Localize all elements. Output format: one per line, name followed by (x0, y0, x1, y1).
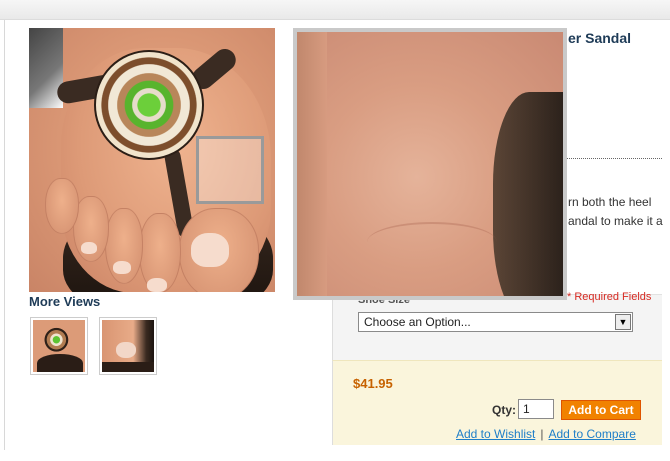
add-to-compare-link[interactable]: Add to Compare (548, 427, 635, 441)
product-links: Add to Wishlist | Add to Compare (456, 427, 636, 441)
top-bar (0, 0, 670, 20)
product-title: er Sandal (568, 30, 632, 46)
toe-4-nail (81, 242, 97, 254)
zoom-window (293, 28, 567, 300)
thumb-sole (37, 354, 83, 372)
zoom-lens[interactable] (196, 136, 264, 204)
add-to-cart-button[interactable]: Add to Cart (561, 400, 641, 420)
more-views-heading: More Views (29, 294, 101, 309)
toe-3-nail (113, 261, 131, 274)
shoe-size-select[interactable]: Choose an Option... ▼ (358, 312, 633, 332)
description-line: rn both the heel (568, 195, 652, 209)
zoom-skin-crease (367, 222, 497, 262)
add-to-wishlist-link[interactable]: Add to Wishlist (456, 427, 535, 441)
toe-2-nail (147, 278, 167, 292)
thumbnail-sandal[interactable] (30, 317, 88, 375)
toe-5 (45, 178, 79, 234)
product-price: $41.95 (353, 376, 393, 391)
zoom-shade (297, 32, 327, 296)
chevron-down-icon[interactable]: ▼ (615, 314, 631, 330)
required-fields-note: * Required Fields (567, 291, 652, 303)
qty-label: Qty: (492, 403, 516, 417)
link-separator: | (540, 427, 544, 441)
thumb-nail (116, 342, 136, 358)
thumbnail-toe-closeup[interactable] (99, 317, 157, 375)
zoom-sandal-edge (493, 92, 563, 296)
beaded-medallion (94, 50, 204, 160)
divider (567, 158, 662, 159)
description-line: andal to make it a (568, 214, 663, 228)
big-toe-nail (191, 233, 229, 267)
product-description: rn both the heel andal to make it a (568, 193, 663, 231)
select-value: Choose an Option... (364, 315, 471, 329)
qty-input[interactable]: 1 (518, 399, 554, 419)
thumb-sole (102, 362, 154, 372)
